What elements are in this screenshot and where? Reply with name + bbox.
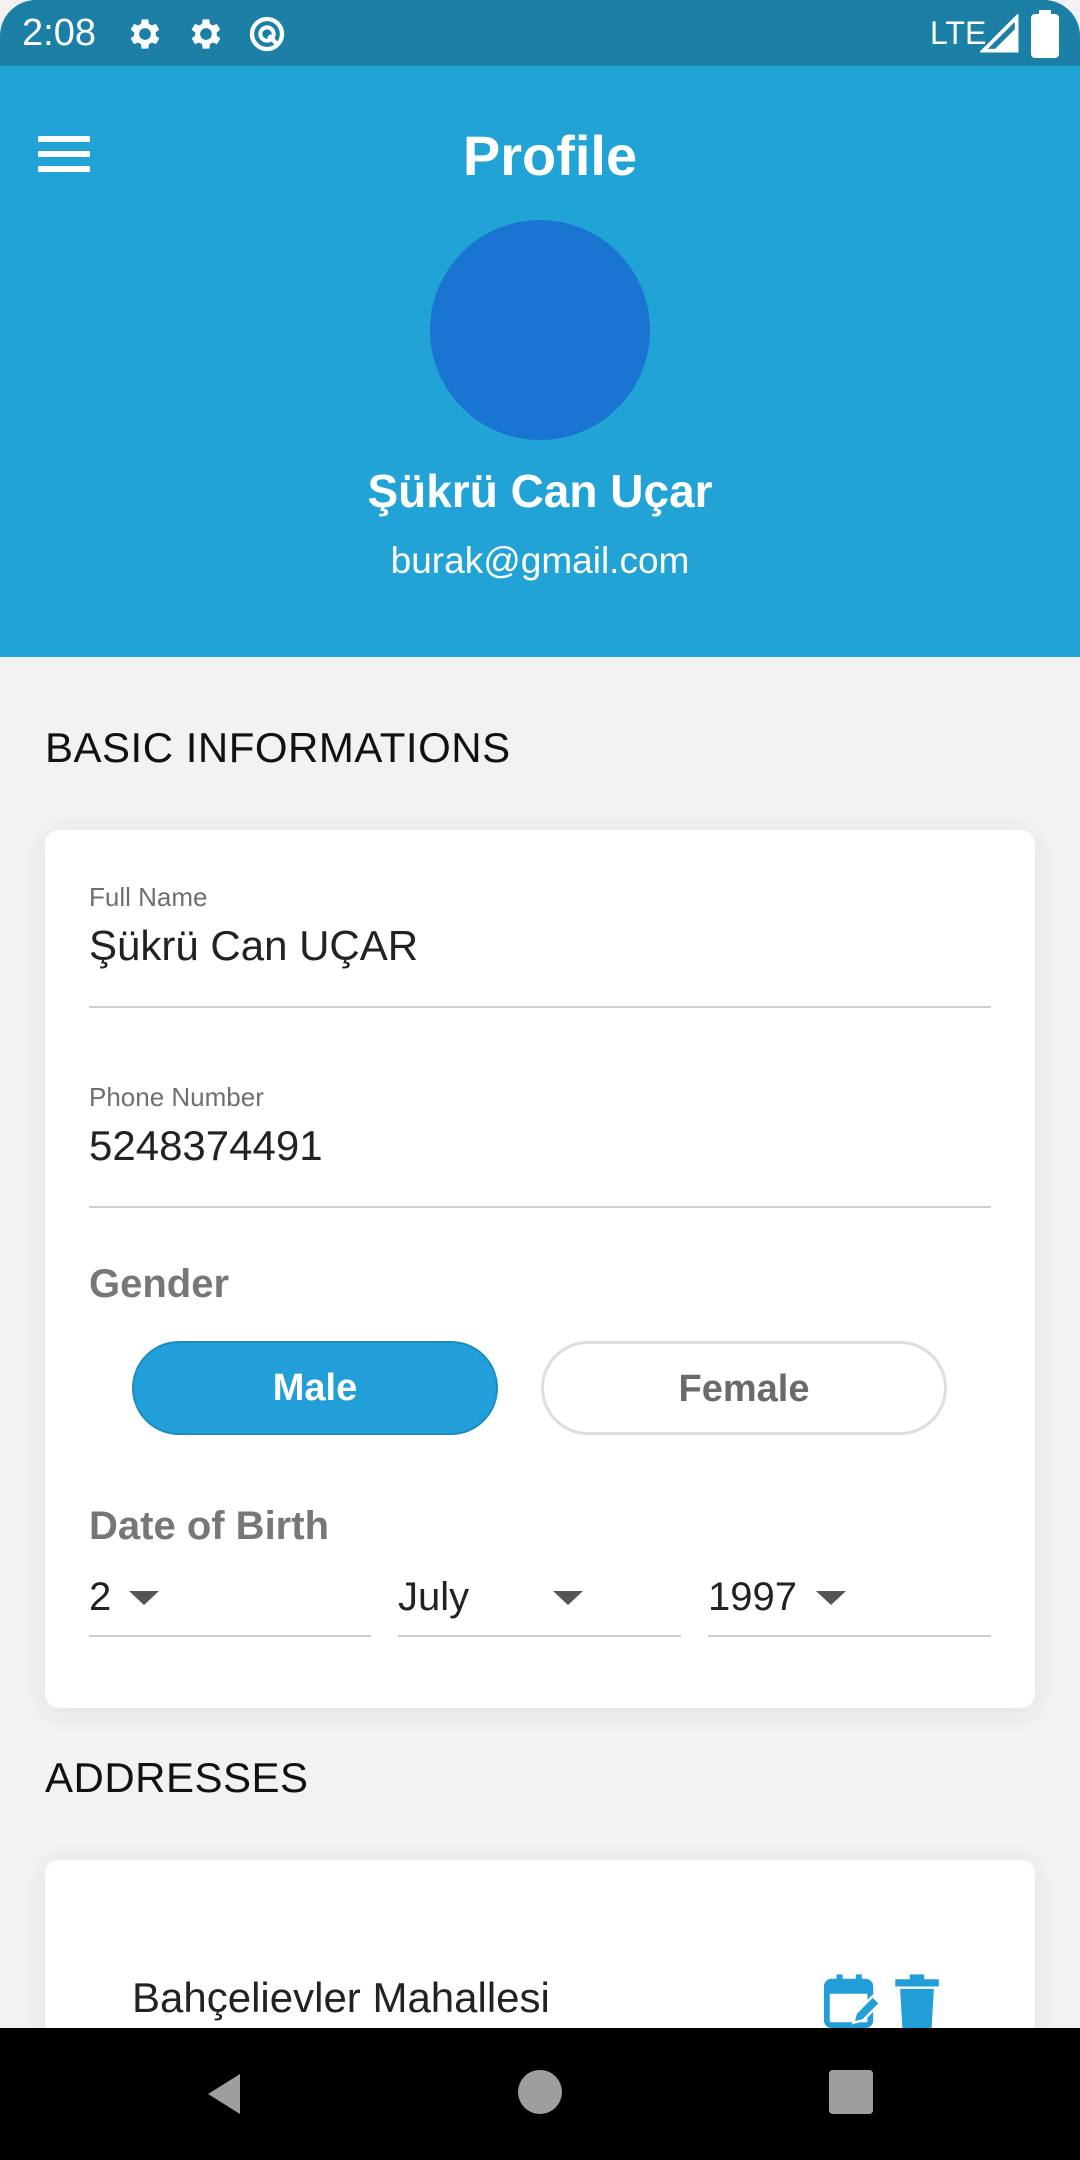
dob-month-select[interactable]: July bbox=[398, 1567, 681, 1637]
page-title: Profile bbox=[462, 124, 638, 187]
date-of-birth-label: Date of Birth bbox=[89, 1504, 329, 1548]
addresses-section-title: ADDRESSES bbox=[45, 1754, 309, 1801]
network-type: LTE bbox=[930, 15, 987, 51]
dob-year-underline bbox=[708, 1635, 991, 1637]
back-icon[interactable] bbox=[200, 2070, 248, 2118]
chevron-down-icon bbox=[129, 1591, 159, 1605]
dob-day-underline bbox=[89, 1635, 371, 1637]
avatar[interactable] bbox=[430, 220, 650, 440]
dob-day-select[interactable]: 2 bbox=[89, 1567, 371, 1637]
dob-year-select[interactable]: 1997 bbox=[708, 1567, 991, 1637]
dob-day-value: 2 bbox=[89, 1575, 112, 1619]
battery-icon bbox=[1031, 10, 1059, 58]
phone-number-underline bbox=[89, 1206, 991, 1208]
profile-header: Profile Şükrü Can Uçar burak@gmail.com bbox=[0, 66, 1080, 657]
full-name-label: Full Name bbox=[89, 882, 208, 912]
dob-month-underline bbox=[398, 1635, 681, 1637]
user-email: burak@gmail.com bbox=[390, 540, 690, 581]
gender-female-button[interactable]: Female bbox=[541, 1341, 947, 1435]
settings-icon bbox=[191, 19, 221, 49]
phone-number-label: Phone Number bbox=[89, 1082, 264, 1112]
address-item-text: Bahçelievler Mahallesi bbox=[132, 1974, 550, 2021]
full-name-field[interactable]: Şükrü Can UÇAR bbox=[89, 919, 418, 973]
status-bar: 2:08 LTE bbox=[0, 0, 1080, 66]
gender-male-button[interactable]: Male bbox=[132, 1341, 498, 1435]
app-notification-icon bbox=[249, 16, 285, 52]
dob-year-value: 1997 bbox=[708, 1575, 797, 1619]
status-time: 2:08 bbox=[22, 12, 96, 54]
settings-icon bbox=[130, 19, 160, 49]
recents-icon[interactable] bbox=[829, 2070, 873, 2114]
gender-label: Gender bbox=[89, 1262, 230, 1306]
phone-number-field[interactable]: 5248374491 bbox=[89, 1119, 323, 1173]
user-name: Şükrü Can Uçar bbox=[367, 465, 713, 517]
full-name-underline bbox=[89, 1006, 991, 1008]
edit-calendar-icon[interactable] bbox=[822, 1972, 880, 2030]
chevron-down-icon bbox=[816, 1591, 846, 1605]
home-icon[interactable] bbox=[518, 2070, 562, 2114]
system-navigation-bar bbox=[0, 2028, 1080, 2160]
chevron-down-icon bbox=[553, 1591, 583, 1605]
basic-info-section-title: BASIC INFORMATIONS bbox=[45, 724, 511, 771]
trash-icon[interactable] bbox=[888, 1972, 946, 2030]
dob-month-value: July bbox=[398, 1575, 470, 1619]
signal-icon bbox=[980, 14, 1019, 53]
basic-info-card: Full Name Şükrü Can UÇAR Phone Number 52… bbox=[45, 830, 1035, 1708]
